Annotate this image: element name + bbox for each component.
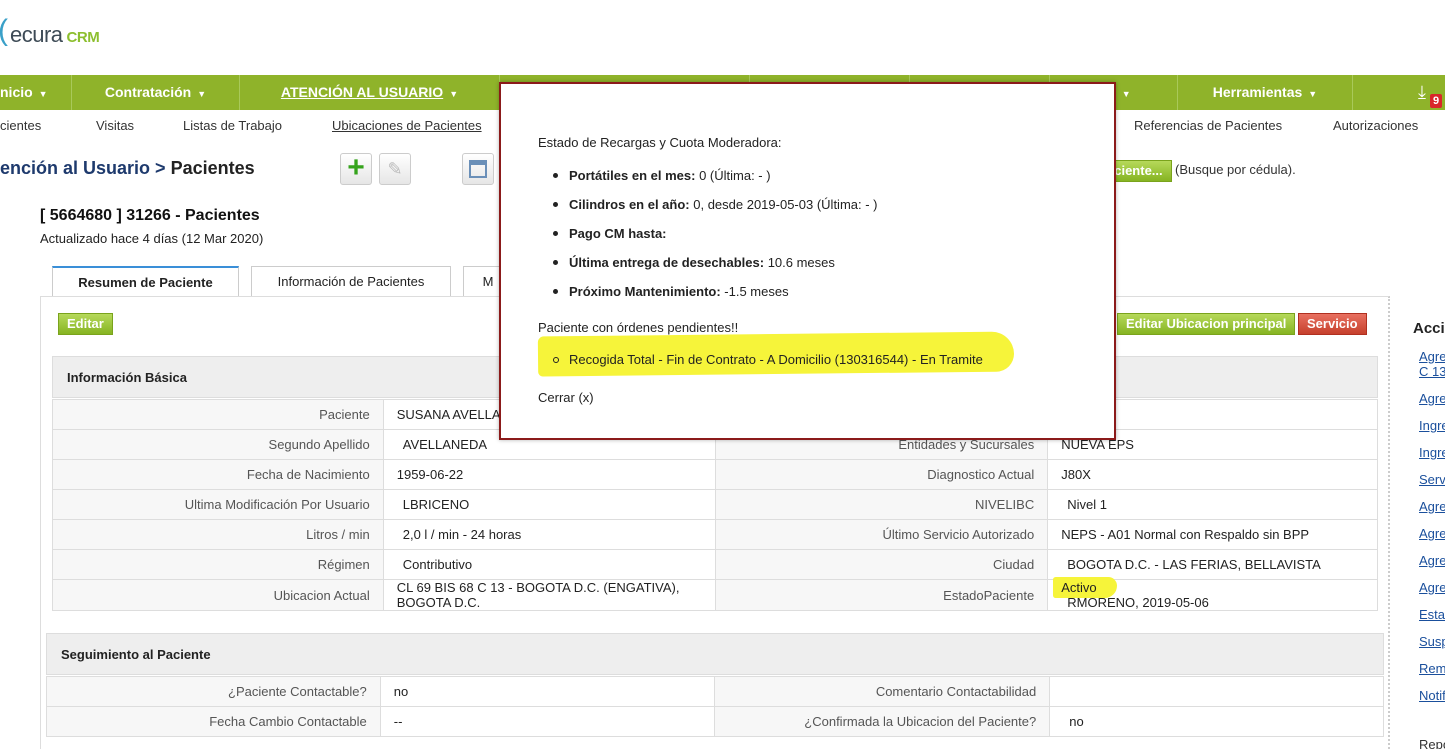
- submenu-autorizaciones[interactable]: Autorizaciones: [1333, 118, 1418, 136]
- table-row: Fecha Cambio Contactable -- ¿Confirmada …: [46, 706, 1384, 737]
- sidebar-link[interactable]: Agre: [1419, 349, 1445, 364]
- field-label: Ubicacion Actual: [52, 579, 384, 611]
- sidebar-link[interactable]: Esta: [1419, 607, 1445, 622]
- downloads-badge: 9: [1430, 94, 1443, 108]
- field-value: BOGOTA D.C. - LAS FERIAS, BELLAVISTA: [1047, 549, 1378, 580]
- menu-inicio[interactable]: nicio ▼: [0, 75, 72, 110]
- field-value: 2,0 l / min - 24 horas: [382, 519, 717, 550]
- sidebar-title: Acci: [1413, 320, 1445, 337]
- editar-button[interactable]: Editar: [58, 313, 113, 335]
- list-item: Última entrega de desechables: 10.6 mese…: [551, 248, 878, 277]
- field-value: J80X: [1047, 459, 1378, 490]
- seguimiento-table: ¿Paciente Contactable? no Comentario Con…: [46, 676, 1384, 737]
- sidebar-link[interactable]: Ingre: [1419, 445, 1445, 460]
- search-hint: (Busque por cédula).: [1175, 162, 1296, 177]
- submenu-pacientes[interactable]: cientes: [0, 118, 41, 136]
- table-row: Régimen Contributivo Ciudad BOGOTA D.C. …: [52, 549, 1378, 580]
- table-row: Litros / min 2,0 l / min - 24 horas Últi…: [52, 519, 1378, 550]
- recargas-popup: Estado de Recargas y Cuota Moderadora: P…: [499, 82, 1116, 440]
- sidebar-link[interactable]: Agre: [1419, 580, 1445, 595]
- breadcrumb[interactable]: ención al Usuario >: [0, 158, 171, 178]
- securacrm-logo[interactable]: ( ecuraCRM: [0, 14, 100, 48]
- list-item: Próximo Mantenimiento: -1.5 meses: [551, 277, 878, 306]
- field-label: Ciudad: [715, 549, 1049, 580]
- field-label: Fecha de Nacimiento: [52, 459, 384, 490]
- tab-informacion[interactable]: Información de Pacientes: [251, 266, 451, 297]
- pendientes-text: Paciente con órdenes pendientes!!: [538, 320, 739, 335]
- menu-contratacion[interactable]: Contratación ▼: [72, 75, 240, 110]
- editar-ubicacion-button[interactable]: Editar Ubicacion principal: [1117, 313, 1296, 335]
- field-value: [1049, 676, 1384, 707]
- add-patient-button[interactable]: +: [340, 153, 372, 185]
- field-label: NIVELIBC: [715, 489, 1049, 520]
- page-title: ención al Usuario > Pacientes: [0, 158, 255, 179]
- field-value: 1959-06-22: [382, 459, 717, 490]
- field-value: Activo RMORENO, 2019-05-06: [1047, 577, 1378, 611]
- field-value: no: [1049, 706, 1384, 737]
- sidebar-link[interactable]: Rem: [1419, 661, 1445, 676]
- field-value: Nivel 1: [1047, 489, 1378, 520]
- menu-herramientas[interactable]: Herramientas ▼: [1178, 75, 1353, 110]
- field-value: --: [379, 706, 716, 737]
- field-label: Comentario Contactabilidad: [714, 676, 1051, 707]
- recargas-list: Portátiles en el mes: 0 (Última: - ) Cil…: [551, 161, 878, 306]
- field-label: Litros / min: [52, 519, 384, 550]
- popup-heading: Estado de Recargas y Cuota Moderadora:: [538, 135, 782, 150]
- edit-icon[interactable]: ✎: [379, 153, 411, 185]
- submenu-listas[interactable]: Listas de Trabajo: [183, 118, 282, 136]
- field-label: Ultima Modificación Por Usuario: [52, 489, 384, 520]
- table-row: Ubicacion Actual CL 69 BIS 68 C 13 - BOG…: [52, 577, 1378, 611]
- window-icon[interactable]: [462, 153, 494, 185]
- field-label: Segundo Apellido: [52, 429, 384, 460]
- logo-swoosh-icon: (: [0, 14, 8, 48]
- field-label: ¿Paciente Contactable?: [46, 676, 381, 707]
- table-row: ¿Paciente Contactable? no Comentario Con…: [46, 676, 1384, 707]
- table-row: Ultima Modificación Por Usuario LBRICENO…: [52, 489, 1378, 520]
- list-item: Pago CM hasta:: [551, 219, 878, 248]
- sidebar-link[interactable]: Agre: [1419, 553, 1445, 568]
- ordenes-list: Recogida Total - Fin de Contrato - A Dom…: [551, 345, 983, 374]
- field-label: EstadoPaciente: [715, 579, 1049, 611]
- field-label: Diagnostico Actual: [715, 459, 1049, 490]
- sidebar-link[interactable]: Repo: [1419, 737, 1445, 749]
- record-subtitle: Actualizado hace 4 días (12 Mar 2020): [40, 231, 264, 246]
- field-value: CL 69 BIS 68 C 13 - BOGOTA D.C. (ENGATIV…: [382, 579, 717, 611]
- sidebar-link[interactable]: Ingre: [1419, 418, 1445, 433]
- field-label: ¿Confirmada la Ubicacion del Paciente?: [714, 706, 1051, 737]
- table-row: Fecha de Nacimiento 1959-06-22 Diagnosti…: [52, 459, 1378, 490]
- sidebar-link[interactable]: Susp: [1419, 634, 1445, 649]
- submenu-visitas[interactable]: Visitas: [96, 118, 134, 136]
- sidebar-link[interactable]: Agre: [1419, 526, 1445, 541]
- servicio-button[interactable]: Servicio: [1298, 313, 1367, 335]
- record-title: [ 5664680 ] 31266 - Pacientes: [40, 207, 260, 224]
- field-value: NEPS - A01 Normal con Respaldo sin BPP: [1047, 519, 1378, 550]
- field-value: LBRICENO: [382, 489, 717, 520]
- sidebar-link[interactable]: C 13: [1419, 364, 1445, 379]
- field-label: Último Servicio Autorizado: [715, 519, 1049, 550]
- sidebar-link[interactable]: Serv: [1419, 472, 1445, 487]
- section-seguimiento: Seguimiento al Paciente: [46, 633, 1384, 675]
- field-value: Contributivo: [382, 549, 717, 580]
- submenu-referencias[interactable]: Referencias de Pacientes: [1134, 118, 1282, 136]
- field-label: Fecha Cambio Contactable: [46, 706, 381, 737]
- sidebar-link[interactable]: Agre: [1419, 499, 1445, 514]
- list-item: Cilindros en el año: 0, desde 2019-05-03…: [551, 190, 878, 219]
- field-value: no: [379, 676, 716, 707]
- sidebar-link[interactable]: Agre: [1419, 391, 1445, 406]
- logo-crm: CRM: [66, 29, 100, 46]
- menu-atencion-usuario[interactable]: ATENCIÓN AL USUARIO ▼: [240, 75, 500, 110]
- list-item[interactable]: Recogida Total - Fin de Contrato - A Dom…: [551, 345, 983, 374]
- breadcrumb-current: Pacientes: [170, 158, 255, 178]
- tab-resumen[interactable]: Resumen de Paciente: [52, 266, 239, 297]
- list-item: Portátiles en el mes: 0 (Última: - ): [551, 161, 878, 190]
- field-label: Régimen: [52, 549, 384, 580]
- field-label: Paciente: [52, 399, 384, 430]
- sidebar-link[interactable]: Notif: [1419, 688, 1445, 703]
- submenu-ubicaciones[interactable]: Ubicaciones de Pacientes: [332, 118, 482, 136]
- logo-text: ecura: [10, 22, 63, 47]
- cerrar-link[interactable]: Cerrar (x): [538, 390, 594, 405]
